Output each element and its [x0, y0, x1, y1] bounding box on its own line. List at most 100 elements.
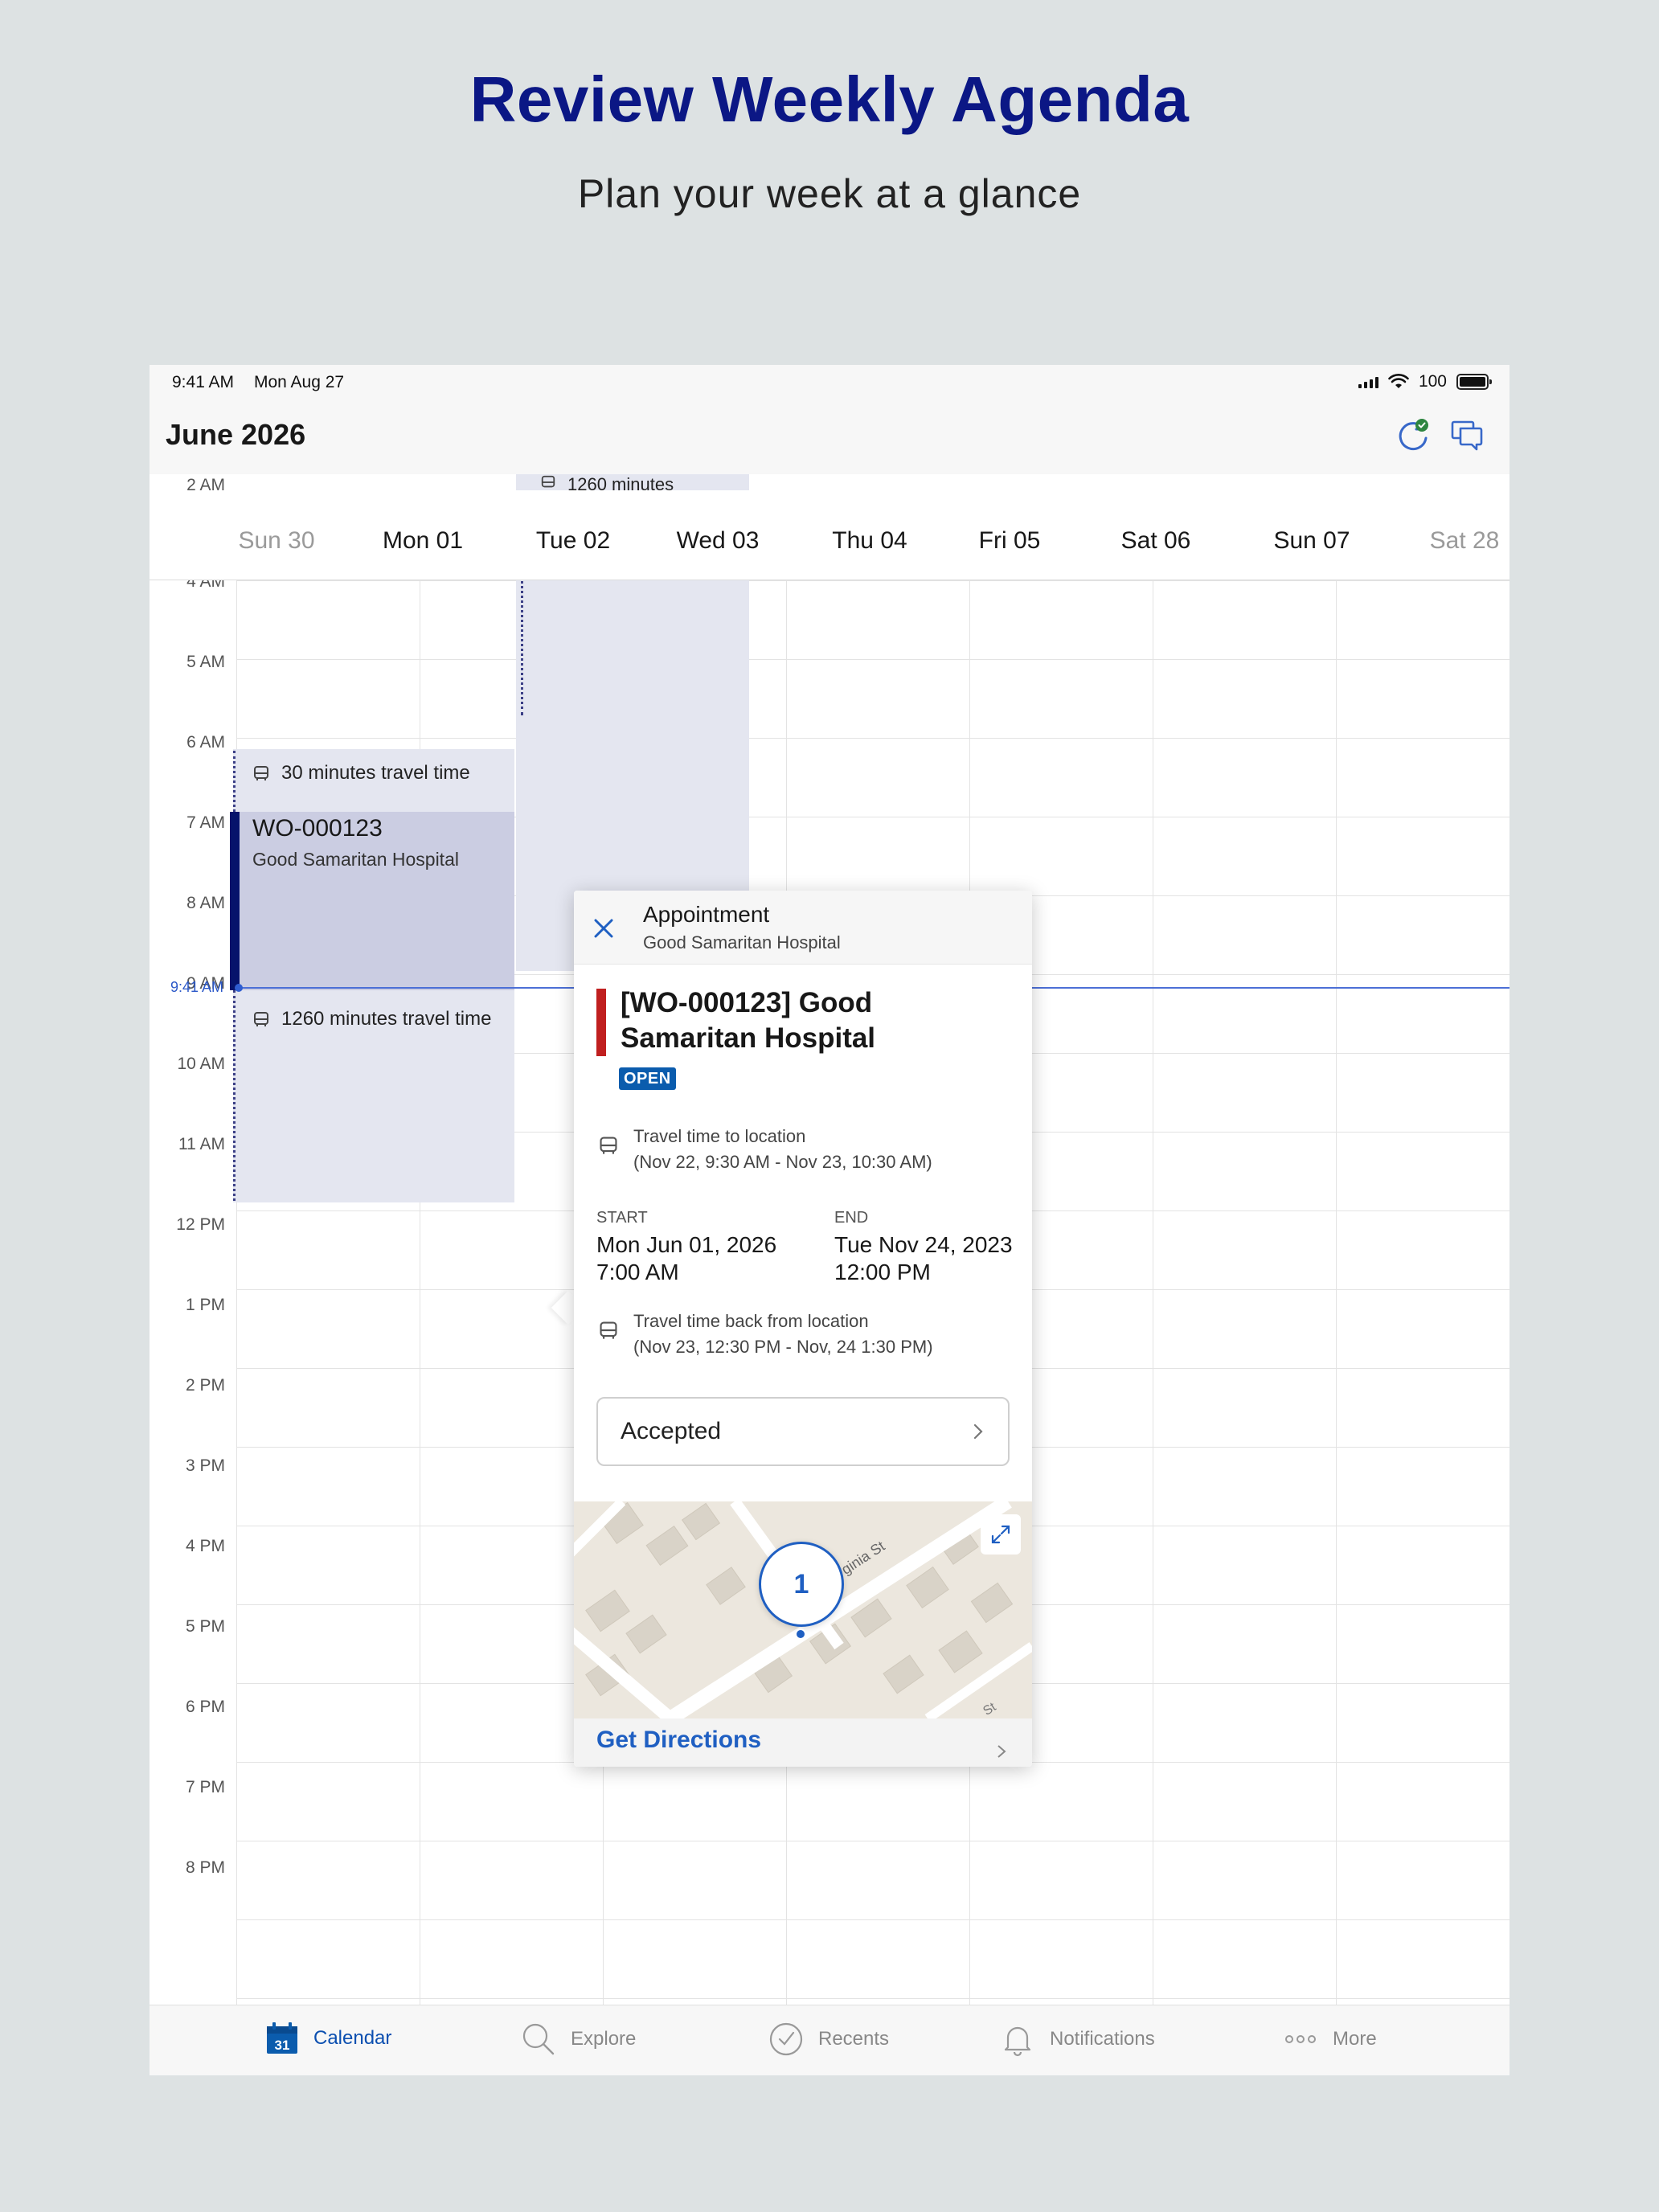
- tab-notifications[interactable]: Notifications: [1000, 2022, 1155, 2057]
- travel-after-text: 1260 minutes travel time: [281, 1008, 492, 1030]
- event-location: Good Samaritan Hospital: [252, 849, 459, 870]
- wifi-icon: [1388, 374, 1409, 388]
- day-header[interactable]: Wed 03: [637, 527, 798, 555]
- tab-recents[interactable]: Recents: [768, 2022, 889, 2057]
- current-time-dot: [235, 984, 243, 992]
- map-marker-pin: [795, 1628, 806, 1640]
- travel-back-range: (Nov 23, 12:30 PM - Nov, 24 1:30 PM): [633, 1337, 933, 1357]
- day-header[interactable]: Tue 02: [493, 527, 653, 555]
- tab-label: More: [1333, 2028, 1377, 2050]
- promo-subheadline: Plan your week at a glance: [577, 171, 1082, 216]
- calendar-icon-day: 31: [275, 2038, 290, 2053]
- day-header[interactable]: Sat 28: [1384, 527, 1509, 555]
- event-accent-bar: [230, 812, 240, 990]
- time-label: 6 PM: [185, 1698, 225, 1716]
- priority-bar: [596, 989, 606, 1056]
- status-time: 9:41 AM: [172, 373, 235, 391]
- close-icon[interactable]: [588, 913, 619, 944]
- status-date: Mon Aug 27: [254, 373, 345, 391]
- time-label: 7 PM: [185, 1778, 225, 1796]
- travel-to-label: Travel time to location: [633, 1126, 806, 1146]
- day-header[interactable]: Fri 05: [929, 527, 1090, 555]
- travel-before-text: 30 minutes travel time: [281, 762, 470, 784]
- start-date: Mon Jun 01, 2026: [596, 1232, 777, 1257]
- car-icon: [600, 1321, 617, 1339]
- travel-back-label: Travel time back from location: [633, 1311, 869, 1331]
- day-grid-line: [1336, 474, 1337, 2005]
- popover-header: Appointment Good Samaritan Hospital: [574, 891, 1032, 965]
- time-label: 2 PM: [185, 1376, 225, 1395]
- day-header[interactable]: Mon 01: [342, 527, 503, 555]
- end-time: 12:00 PM: [834, 1260, 931, 1284]
- get-directions-link[interactable]: Get Directions: [596, 1727, 761, 1754]
- car-icon: [254, 766, 268, 780]
- battery-icon: [1456, 374, 1492, 390]
- chevron-right-icon: [997, 1745, 1006, 1758]
- day-header[interactable]: Sat 06: [1075, 527, 1236, 555]
- day-header[interactable]: Sun 07: [1231, 527, 1392, 555]
- tab-label: Calendar: [313, 2027, 392, 2049]
- more-icon: [1285, 2035, 1316, 2043]
- month-title[interactable]: June 2026: [166, 418, 305, 452]
- time-label: 5 AM: [186, 653, 225, 671]
- tab-label: Notifications: [1050, 2028, 1155, 2050]
- status-badge: OPEN: [619, 1067, 676, 1090]
- tab-more[interactable]: More: [1283, 2022, 1377, 2057]
- hour-grid-line: [236, 659, 1509, 660]
- tab-explore[interactable]: Explore: [521, 2022, 636, 2057]
- map-marker[interactable]: 1: [759, 1542, 844, 1627]
- travel-to-row: Travel time to location (Nov 22, 9:30 AM…: [598, 1124, 932, 1175]
- time-label-2am: 2 AM: [186, 476, 225, 494]
- time-label: 5 PM: [185, 1617, 225, 1636]
- time-label: 10 AM: [177, 1055, 225, 1073]
- car-icon: [541, 475, 555, 488]
- map-expand-button[interactable]: [981, 1514, 1021, 1555]
- scrolled-strip: [150, 474, 1509, 490]
- travel-before-label: 30 minutes travel time: [252, 762, 470, 784]
- popover-header-title: Appointment: [643, 902, 770, 927]
- top-travel-text: 1260 minutes: [567, 474, 674, 490]
- tab-calendar[interactable]: 31 Calendar: [265, 2022, 391, 2055]
- start-time: 7:00 AM: [596, 1260, 679, 1284]
- time-label: 1 PM: [185, 1296, 225, 1314]
- car-icon: [254, 1012, 268, 1026]
- travel-dotted-line: [233, 751, 236, 812]
- popover-header-subtitle: Good Samaritan Hospital: [643, 932, 841, 952]
- response-status-value: Accepted: [621, 1418, 722, 1444]
- expand-icon: [991, 1525, 1010, 1544]
- status-indicators: 100: [1358, 371, 1492, 392]
- day-header[interactable]: Thu 04: [789, 527, 950, 555]
- directions-row[interactable]: Get Directions: [574, 1718, 1032, 1767]
- time-label: 3 PM: [185, 1456, 225, 1475]
- search-icon: [522, 2023, 555, 2055]
- travel-after-label: 1260 minutes travel time: [252, 1008, 491, 1030]
- clock-icon: [769, 2022, 803, 2056]
- bell-icon: [1004, 2026, 1031, 2057]
- app-header: June 2026: [150, 397, 1509, 474]
- hour-grid-line: [236, 1919, 1509, 1920]
- tab-label: Recents: [818, 2028, 890, 2050]
- hour-grid-line: [236, 738, 1509, 739]
- travel-to-range: (Nov 22, 9:30 AM - Nov 23, 10:30 AM): [633, 1152, 932, 1172]
- current-time-label: 9:41 AM: [170, 979, 224, 995]
- response-status-select[interactable]: Accepted: [596, 1397, 1010, 1466]
- hour-grid-line: [236, 1998, 1509, 1999]
- day-header-row: Sun 30 Mon 01 Tue 02 Wed 03 Thu 04 Fri 05 Sat …: [150, 490, 1509, 580]
- battery-percent: 100: [1418, 372, 1447, 391]
- week-calendar[interactable]: 4 AM 5 AM 6 AM 7 AM 8 AM 9 AM 10 AM 11 AM 12 PM 1…: [150, 474, 1509, 2005]
- time-label: 6 AM: [186, 733, 225, 752]
- event-title: WO-000123: [252, 815, 383, 842]
- end-label: END: [834, 1209, 869, 1227]
- map-marker-number: 1: [793, 1568, 809, 1600]
- day-header[interactable]: Sun 30: [196, 527, 357, 555]
- chat-button[interactable]: [1445, 413, 1490, 458]
- start-label: START: [596, 1209, 648, 1227]
- time-label: 4 PM: [185, 1537, 225, 1555]
- calendar-icon: 31: [267, 2022, 297, 2054]
- chevron-right-icon: [973, 1423, 983, 1440]
- time-label: 8 AM: [186, 894, 225, 912]
- location-map[interactable]: ginia St St 1: [574, 1501, 1032, 1718]
- sync-button[interactable]: [1391, 413, 1436, 458]
- day-grid-line: [236, 474, 237, 2005]
- promo-headline: Review Weekly Agenda: [469, 63, 1190, 135]
